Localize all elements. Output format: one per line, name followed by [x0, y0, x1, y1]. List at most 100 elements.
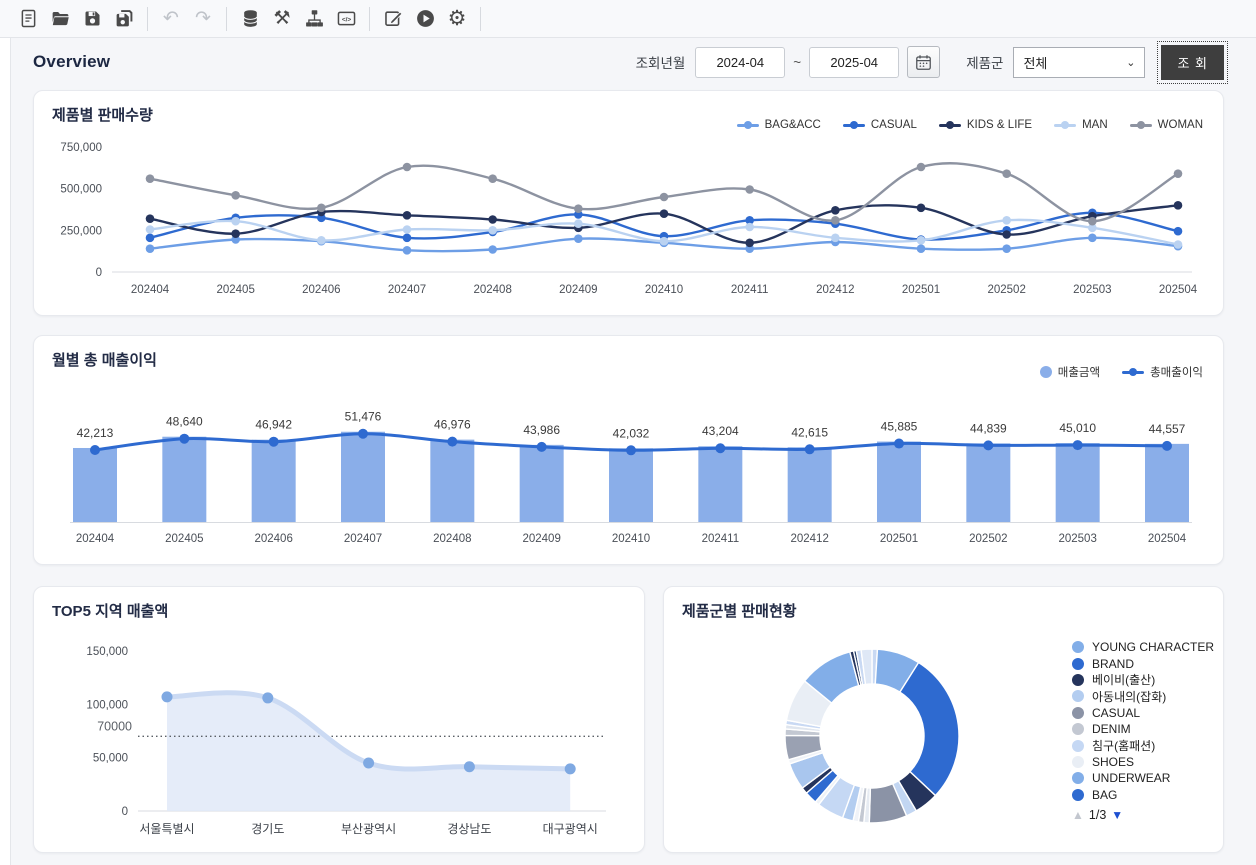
data-point[interactable] — [403, 163, 412, 172]
legend-item-DENIM[interactable]: DENIM — [1072, 721, 1214, 737]
data-point[interactable] — [831, 234, 840, 243]
data-point[interactable] — [488, 226, 497, 235]
legend-item-WOMAN[interactable]: WOMAN — [1130, 119, 1203, 131]
data-point[interactable] — [231, 229, 240, 238]
bar-202501[interactable] — [877, 442, 921, 522]
data-point[interactable] — [179, 434, 189, 444]
bar-202405[interactable] — [162, 437, 206, 522]
data-point[interactable] — [403, 234, 412, 243]
data-point[interactable] — [660, 237, 669, 246]
new-document-icon[interactable] — [12, 5, 44, 33]
bar-202404[interactable] — [73, 448, 117, 522]
data-point[interactable] — [146, 174, 155, 183]
data-point[interactable] — [146, 244, 155, 253]
data-point[interactable] — [574, 234, 583, 243]
data-point[interactable] — [488, 215, 497, 224]
data-point[interactable] — [745, 185, 754, 194]
bar-202409[interactable] — [520, 445, 564, 522]
data-point[interactable] — [464, 761, 475, 772]
data-point[interactable] — [1174, 169, 1183, 178]
open-folder-icon[interactable] — [44, 5, 76, 33]
data-point[interactable] — [1174, 240, 1183, 249]
bar-202410[interactable] — [609, 448, 653, 522]
data-point[interactable] — [917, 204, 926, 213]
search-button[interactable]: 조 회 — [1161, 45, 1224, 80]
data-point[interactable] — [983, 440, 993, 450]
data-point[interactable] — [745, 239, 754, 248]
data-point[interactable] — [447, 437, 457, 447]
bar-202406[interactable] — [252, 440, 296, 522]
data-point[interactable] — [403, 211, 412, 220]
data-point[interactable] — [745, 223, 754, 232]
code-icon[interactable]: </> — [330, 5, 362, 33]
data-point[interactable] — [715, 443, 725, 453]
data-point[interactable] — [831, 216, 840, 225]
legend-item-베이비(출산)[interactable]: 베이비(출산) — [1072, 672, 1214, 688]
database-icon[interactable] — [234, 5, 266, 33]
data-point[interactable] — [1002, 216, 1011, 225]
data-point[interactable] — [805, 444, 815, 454]
data-point[interactable] — [917, 163, 926, 172]
sitemap-icon[interactable] — [298, 5, 330, 33]
data-point[interactable] — [660, 209, 669, 218]
legend-item-YOUNG CHARACTER[interactable]: YOUNG CHARACTER — [1072, 639, 1214, 655]
data-point[interactable] — [358, 429, 368, 439]
tools-icon[interactable]: ⚒ — [266, 5, 298, 33]
data-point[interactable] — [231, 217, 240, 226]
bar-202502[interactable] — [966, 443, 1010, 522]
data-point[interactable] — [403, 225, 412, 234]
data-point[interactable] — [917, 236, 926, 245]
edit-icon[interactable] — [377, 5, 409, 33]
save-icon[interactable] — [76, 5, 108, 33]
bar-202504[interactable] — [1145, 444, 1189, 522]
legend-item-BRAND[interactable]: BRAND — [1072, 655, 1214, 671]
data-point[interactable] — [488, 174, 497, 183]
bar-202407[interactable] — [341, 432, 385, 522]
data-point[interactable] — [1162, 441, 1172, 451]
legend-item-KIDS & LIFE[interactable]: KIDS & LIFE — [939, 119, 1032, 131]
legend-item-매출금액[interactable]: 매출금액 — [1040, 364, 1100, 380]
data-point[interactable] — [1073, 440, 1083, 450]
data-point[interactable] — [363, 758, 374, 769]
data-point[interactable] — [146, 214, 155, 223]
data-point[interactable] — [565, 763, 576, 774]
data-point[interactable] — [146, 234, 155, 243]
bar-202411[interactable] — [698, 446, 742, 522]
data-point[interactable] — [894, 439, 904, 449]
bar-202408[interactable] — [430, 440, 474, 522]
legend-item-CASUAL[interactable]: CASUAL — [1072, 705, 1214, 721]
legend-item-UNDERWEAR[interactable]: UNDERWEAR — [1072, 770, 1214, 786]
data-point[interactable] — [162, 691, 173, 702]
data-point[interactable] — [1088, 217, 1097, 226]
calendar-button[interactable] — [907, 46, 940, 78]
settings-icon[interactable]: ⚙ — [441, 5, 473, 33]
date-from-input[interactable] — [695, 47, 785, 78]
legend-item-CASUAL[interactable]: CASUAL — [843, 119, 917, 131]
legend-item-BAG[interactable]: BAG — [1072, 787, 1214, 803]
data-point[interactable] — [574, 219, 583, 228]
data-point[interactable] — [1002, 244, 1011, 253]
data-point[interactable] — [537, 442, 547, 452]
data-point[interactable] — [269, 437, 279, 447]
data-point[interactable] — [1088, 234, 1097, 243]
legend-item-MAN[interactable]: MAN — [1054, 119, 1108, 131]
save-all-icon[interactable] — [108, 5, 140, 33]
product-select[interactable]: 전체 ⌄ — [1013, 47, 1145, 78]
bar-202412[interactable] — [788, 447, 832, 522]
run-icon[interactable] — [409, 5, 441, 33]
data-point[interactable] — [626, 445, 636, 455]
data-point[interactable] — [1174, 201, 1183, 210]
data-point[interactable] — [574, 204, 583, 213]
data-point[interactable] — [146, 225, 155, 234]
data-point[interactable] — [917, 244, 926, 253]
page-down-icon[interactable]: ▼ — [1111, 808, 1123, 822]
data-point[interactable] — [831, 206, 840, 215]
data-point[interactable] — [262, 692, 273, 703]
data-point[interactable] — [403, 246, 412, 255]
data-point[interactable] — [1002, 230, 1011, 239]
data-point[interactable] — [317, 236, 326, 245]
data-point[interactable] — [90, 445, 100, 455]
data-point[interactable] — [660, 193, 669, 202]
data-point[interactable] — [231, 191, 240, 200]
bar-202503[interactable] — [1056, 443, 1100, 522]
